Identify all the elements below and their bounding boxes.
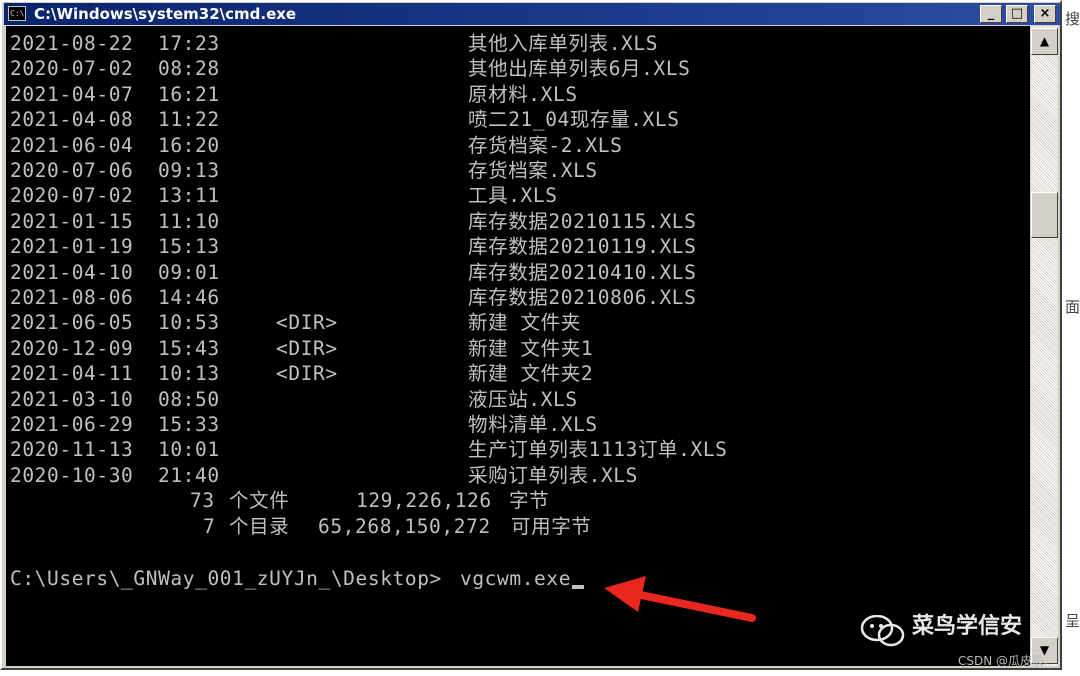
- scroll-up-button[interactable]: ▲: [1031, 28, 1058, 55]
- dirs-count: 7: [203, 515, 216, 538]
- date: 2020-12-09: [10, 336, 134, 360]
- file-name: 物料清单.XLS: [468, 413, 598, 436]
- csdn-credit: CSDN @瓜皮辰.: [958, 654, 1048, 668]
- date: 2021-08-22: [10, 32, 134, 55]
- background-page-edge: 搜 面 呈: [1062, 0, 1080, 676]
- side-glyph: 面: [1065, 298, 1080, 316]
- date: 2021-04-07: [10, 82, 134, 106]
- window-title: C:\Windows\system32\cmd.exe: [34, 5, 297, 23]
- date: 2020-07-02: [10, 57, 134, 81]
- dir-marker: <DIR>: [276, 311, 338, 335]
- vertical-scrollbar[interactable]: ▲ ▼: [1031, 26, 1058, 666]
- summary-files: 73 个文件 129,226,126 字节: [10, 488, 549, 513]
- date: 2021-04-08: [10, 108, 134, 132]
- dir-marker: <DIR>: [276, 336, 338, 360]
- cmd-icon: C:\: [8, 6, 26, 21]
- wechat-icon: [860, 615, 905, 647]
- watermark-text: 菜鸟学信安: [912, 614, 1023, 639]
- date: 2021-06-04: [10, 133, 134, 157]
- date: 2020-11-13: [10, 438, 134, 462]
- summary-dirs: 7 个目录 65,268,150,272 可用字节: [10, 514, 591, 539]
- time: 15:13: [158, 235, 220, 259]
- time: 16:20: [158, 133, 220, 157]
- date: 2020-07-06: [10, 159, 134, 182]
- file-name: 新建 文件夹2: [468, 362, 594, 386]
- console-output[interactable]: 2021-08-2217:23其他入库单列表.XLS68,0962020-07-…: [6, 26, 1030, 666]
- time: 08:28: [158, 57, 220, 81]
- free-bytes: 65,268,150,272: [318, 515, 491, 538]
- command-text[interactable]: vgcwm.exe: [460, 566, 571, 591]
- file-name: 采购订单列表.XLS: [468, 463, 638, 487]
- time: 09:13: [158, 159, 220, 182]
- dir-marker: <DIR>: [276, 362, 338, 386]
- command-prompt[interactable]: C:\Users\_GNWay_001_zUYJn_\Desktop> vgcw…: [10, 566, 570, 591]
- file-name: 库存数据20210119.XLS: [468, 235, 697, 259]
- file-name: 其他出库单列表6月.XLS: [468, 57, 691, 81]
- time: 10:53: [158, 311, 220, 335]
- close-button[interactable]: ×: [1034, 5, 1056, 23]
- date: 2021-06-29: [10, 413, 134, 436]
- files-bytes: 129,226,126: [356, 489, 492, 512]
- time: 10:01: [158, 438, 220, 462]
- time: 21:40: [158, 463, 220, 487]
- files-count: 73: [190, 489, 215, 512]
- text-cursor: [572, 585, 584, 589]
- scroll-thumb[interactable]: [1031, 192, 1058, 238]
- time: 10:13: [158, 362, 220, 386]
- time: 13:11: [158, 184, 220, 208]
- file-name: 液压站.XLS: [468, 387, 578, 411]
- file-name: 喷二21_04现存量.XLS: [468, 108, 680, 132]
- file-name: 其他入库单列表.XLS: [468, 32, 659, 55]
- file-name: 工具.XLS: [468, 184, 558, 208]
- file-name: 原材料.XLS: [468, 82, 578, 106]
- file-name: 存货档案-2.XLS: [468, 133, 623, 157]
- time: 08:50: [158, 387, 220, 411]
- file-name: 生产订单列表1113订单.XLS: [468, 438, 728, 462]
- time: 11:22: [158, 108, 220, 132]
- file-name: 库存数据20210115.XLS: [468, 209, 697, 233]
- date: 2021-04-10: [10, 260, 134, 284]
- time: 09:01: [158, 260, 220, 284]
- files-label: 个文件: [229, 489, 290, 512]
- date: 2021-08-06: [10, 286, 134, 309]
- minimize-button[interactable]: _: [980, 5, 1002, 23]
- date: 2021-06-05: [10, 311, 134, 335]
- maximize-button[interactable]: □: [1006, 5, 1028, 23]
- title-bar[interactable]: C:\ C:\Windows\system32\cmd.exe _ □ ×: [4, 3, 1060, 25]
- date: 2020-07-02: [10, 184, 134, 208]
- prompt-path: C:\Users\_GNWay_001_zUYJn_\Desktop>: [10, 567, 442, 590]
- time: 15:43: [158, 336, 220, 360]
- file-name: 存货档案.XLS: [468, 159, 598, 182]
- file-name: 新建 文件夹1: [468, 336, 594, 360]
- time: 14:46: [158, 286, 220, 309]
- side-glyph: 搜: [1065, 10, 1080, 28]
- date: 2021-04-11: [10, 362, 134, 386]
- date: 2021-01-19: [10, 235, 134, 259]
- date: 2021-03-10: [10, 387, 134, 411]
- time: 15:33: [158, 413, 220, 436]
- file-name: 库存数据20210410.XLS: [468, 260, 697, 284]
- free-label: 可用字节: [511, 515, 592, 538]
- file-name: 新建 文件夹: [468, 311, 581, 335]
- bytes-label: 字节: [509, 489, 550, 512]
- file-name: 库存数据20210806.XLS: [468, 286, 697, 309]
- date: 2020-10-30: [10, 463, 134, 487]
- time: 17:23: [158, 32, 220, 55]
- side-glyph: 呈: [1065, 612, 1080, 630]
- dirs-label: 个目录: [229, 515, 290, 538]
- time: 11:10: [158, 209, 220, 233]
- time: 16:21: [158, 82, 220, 106]
- date: 2021-01-15: [10, 209, 134, 233]
